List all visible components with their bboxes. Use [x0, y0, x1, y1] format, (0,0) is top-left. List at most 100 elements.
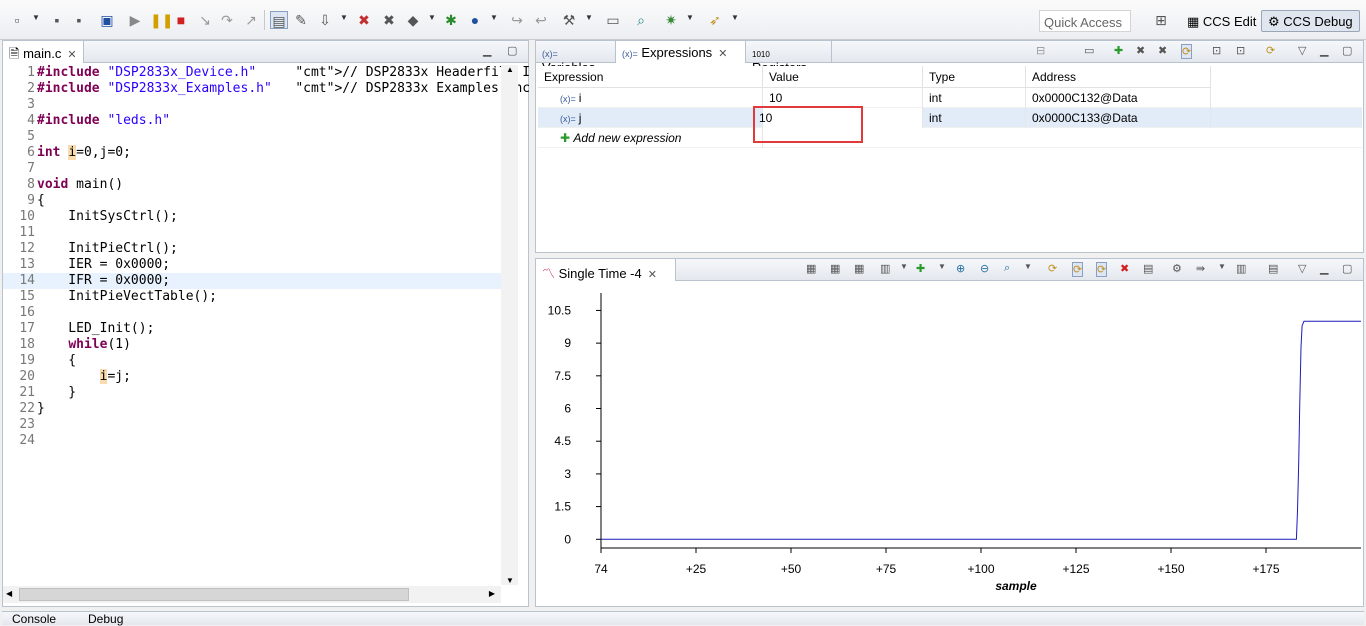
code-editor[interactable]: 1 #include "DSP2833x_Device.h" "cmt">// D… — [3, 65, 530, 585]
code-line[interactable]: 18 while(1) — [3, 337, 501, 353]
minimize-icon[interactable]: ▁ — [1320, 262, 1328, 275]
load-dropdown-icon[interactable]: ▼ — [340, 13, 348, 22]
close-icon[interactable]: ✕ — [67, 49, 76, 61]
view-menu-icon[interactable]: ▽ — [1298, 44, 1306, 57]
graph-refresh-icon[interactable]: ⟳ — [1048, 262, 1057, 275]
graph-properties-icon[interactable]: ⚙ — [1172, 262, 1182, 275]
maximize-icon[interactable]: ▢ — [1342, 262, 1352, 275]
code-line[interactable]: 15 InitPieVectTable(); — [3, 289, 501, 305]
new-view-icon[interactable]: ⊡ — [1212, 44, 1221, 57]
save-all-icon[interactable]: ▪ — [70, 11, 88, 29]
horizontal-scroll-thumb[interactable] — [19, 588, 409, 601]
graph-marker-dropdown-icon[interactable]: ▼ — [900, 262, 908, 271]
value-edit-input[interactable] — [759, 110, 849, 126]
graph-toolbar-icon-2[interactable]: ▦ — [830, 262, 840, 275]
view-menu-icon[interactable]: ▽ — [1298, 262, 1306, 275]
time-graph[interactable]: 0 1.5 3 4.5 6 7.5 9 10.5 74 +25 +50 +75 +100 +125 +150… — [536, 283, 1363, 606]
step-back-icon[interactable]: ↩ — [532, 11, 550, 29]
step-into-icon[interactable]: ↘ — [196, 11, 214, 29]
zoom-fit-icon[interactable]: ⌕ — [1004, 262, 1010, 275]
pin-icon[interactable]: ⊡ — [1236, 44, 1245, 57]
load-program-icon[interactable]: ⇩ — [316, 11, 334, 29]
tab-expressions[interactable]: (x)= Expressions ✕ — [616, 41, 746, 63]
graph-reset-icon[interactable]: ✖ — [1120, 262, 1129, 275]
graph-layout-icon[interactable]: ▤ — [1268, 262, 1278, 275]
resume-icon[interactable]: ▶ — [126, 11, 144, 29]
step-return-icon[interactable]: ↗ — [242, 11, 260, 29]
gear-icon[interactable]: ✷ — [662, 11, 680, 29]
new-icon[interactable]: ▫ — [8, 11, 26, 29]
table-row[interactable]: (x)= i 10 int 0x0000C132@Data — [538, 88, 1362, 108]
remove-all-expressions-icon[interactable]: ✖ — [1158, 44, 1167, 57]
code-line[interactable]: 3 — [3, 97, 501, 113]
tab-registers[interactable]: 1010 Registers — [746, 41, 832, 75]
editor-vertical-scrollbar[interactable]: ▲ ▼ — [501, 65, 518, 585]
perspective-ccs-edit[interactable]: ▦ CCS Edit — [1180, 10, 1263, 32]
tab-variables[interactable]: (x)= Variables — [536, 41, 616, 75]
close-icon[interactable]: ✕ — [648, 269, 657, 281]
code-line[interactable]: 12 InitPieCtrl(); — [3, 241, 501, 257]
run-dropdown-icon[interactable]: ▼ — [490, 13, 498, 22]
column-header-value[interactable]: Value — [763, 66, 923, 88]
step-icon[interactable]: ↪ — [508, 11, 526, 29]
value-edit-box[interactable] — [753, 106, 863, 143]
graph-continuous-refresh-icon[interactable]: ⟳ — [1072, 262, 1084, 277]
graph-add-icon[interactable]: ✚ — [916, 262, 925, 275]
remove-expression-icon[interactable]: ✖ — [1136, 44, 1145, 57]
graph-data-icon[interactable]: ▤ — [1143, 262, 1153, 275]
scroll-up-icon[interactable]: ▲ — [506, 65, 514, 74]
launch-icon[interactable]: ➶ — [706, 11, 724, 29]
graph-export-icon[interactable]: ▥ — [1236, 262, 1246, 275]
graph-auto-refresh-icon[interactable]: ⟳ — [1096, 262, 1108, 277]
scroll-down-icon[interactable]: ▼ — [506, 576, 514, 585]
debug-icon[interactable]: ✱ — [442, 11, 460, 29]
suspend-icon[interactable]: ❚❚ — [150, 11, 173, 29]
new-dropdown-icon[interactable]: ▼ — [32, 13, 40, 22]
graph-toolbar-icon-3[interactable]: ▦ — [854, 262, 864, 275]
step-over-icon[interactable]: ↷ — [218, 11, 236, 29]
tab-debug[interactable]: Debug — [88, 612, 123, 626]
expr-collapse-icon[interactable]: ⊟ — [1036, 44, 1045, 57]
build-icon[interactable]: ⚒ — [560, 11, 578, 29]
terminate-icon[interactable]: ■ — [172, 11, 190, 29]
code-line[interactable]: 23 — [3, 417, 501, 433]
expr-layout-icon[interactable]: ▭ — [1084, 44, 1094, 57]
code-line[interactable]: 17 LED_Init(); — [3, 321, 501, 337]
maximize-icon[interactable]: ▢ — [1342, 44, 1352, 57]
chip-icon[interactable]: ◆ — [404, 11, 422, 29]
graph-import-dropdown-icon[interactable]: ▼ — [1218, 262, 1226, 271]
connect-icon[interactable]: ▤ — [270, 11, 288, 29]
zoom-dropdown-icon[interactable]: ▼ — [1024, 262, 1032, 271]
editor-horizontal-scrollbar[interactable]: ◀ ▶ — [3, 586, 501, 603]
quick-access-input[interactable]: Quick Access — [1039, 10, 1131, 32]
tab-console[interactable]: Console — [12, 612, 56, 626]
maximize-icon[interactable]: ▢ — [507, 44, 517, 57]
build-dropdown-icon[interactable]: ▼ — [585, 13, 593, 22]
value-cell[interactable]: 10 — [763, 88, 923, 108]
table-row[interactable]: (x)= j int 0x0000C133@Data — [538, 108, 1362, 128]
tab-single-time[interactable]: 〽 Single Time -4 ✕ — [536, 259, 676, 281]
graph-marker-icon[interactable]: ▥ — [880, 262, 890, 275]
add-expression-row[interactable]: ✚ Add new expression — [538, 128, 1362, 148]
column-header-type[interactable]: Type — [923, 66, 1026, 88]
gear-dropdown-icon[interactable]: ▼ — [686, 13, 694, 22]
tab-main-c[interactable]: 🗎 main.c ✕ — [3, 41, 84, 63]
code-line[interactable]: 16 — [3, 305, 501, 321]
run-icon[interactable]: ● — [466, 11, 484, 29]
graph-toolbar-icon-1[interactable]: ▦ — [806, 262, 816, 275]
perspective-ccs-debug[interactable]: ⚙ CCS Debug — [1261, 10, 1360, 32]
code-line[interactable]: 9{ — [3, 193, 501, 209]
add-expression-icon[interactable]: ✚ — [1114, 44, 1123, 57]
graph-add-dropdown-icon[interactable]: ▼ — [938, 262, 946, 271]
code-line[interactable]: 13 IER = 0x0000; — [3, 257, 501, 273]
code-line[interactable]: 1 #include "DSP2833x_Device.h" "cmt">// D… — [3, 65, 530, 81]
code-line[interactable]: 14 IFR = 0x0000; — [3, 273, 501, 289]
column-header-address[interactable]: Address — [1026, 66, 1211, 88]
continuous-refresh-icon[interactable]: ⟳ — [1181, 44, 1193, 59]
add-expression-cell[interactable]: ✚ Add new expression — [538, 128, 763, 148]
disconnect-icon[interactable]: ✎ — [292, 11, 310, 29]
close-icon[interactable]: ✕ — [718, 48, 727, 60]
code-line[interactable]: 6 int i=0,j=0; — [3, 145, 501, 161]
launch-dropdown-icon[interactable]: ▼ — [731, 13, 739, 22]
refresh-icon[interactable]: ⟳ — [1266, 44, 1275, 57]
